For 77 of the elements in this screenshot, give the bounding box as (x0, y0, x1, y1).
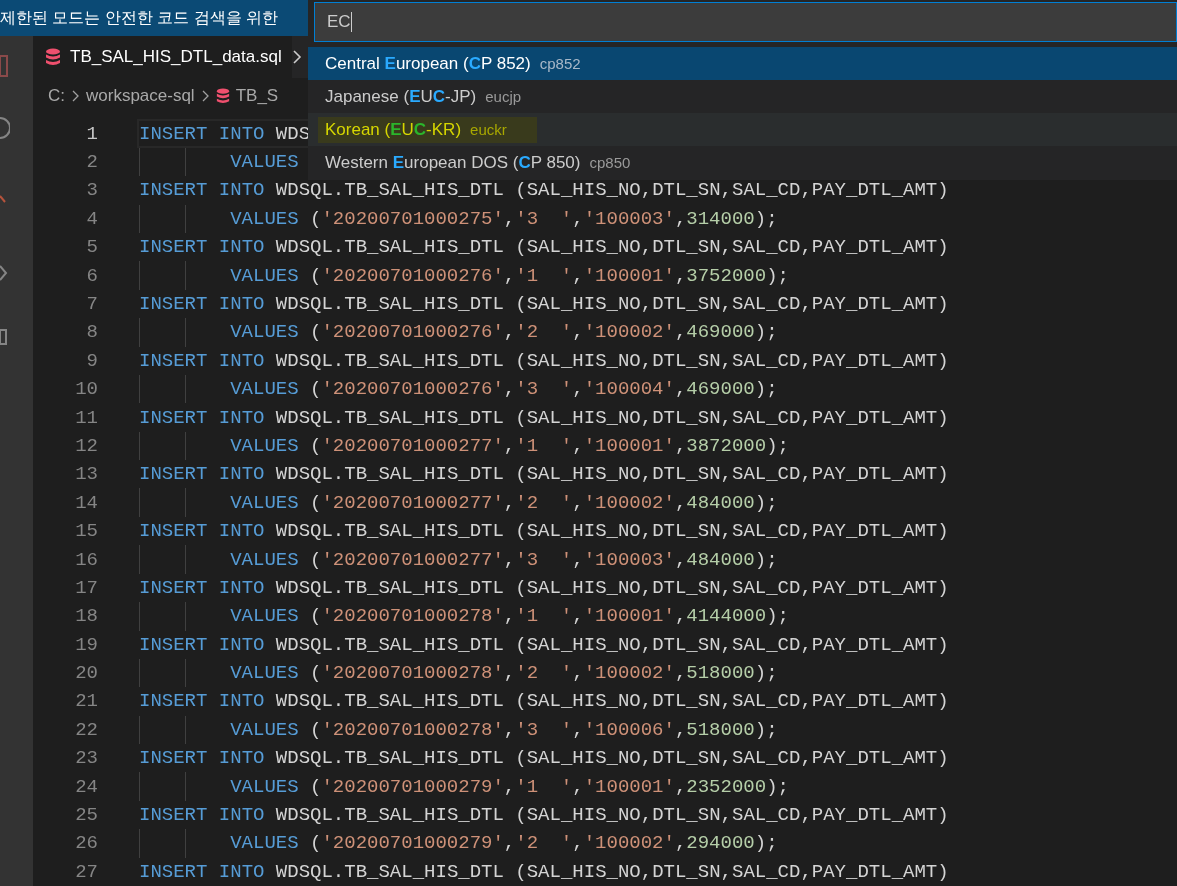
code-line: VALUES ('20200701000279','2 ','100002',294000); (230, 832, 778, 855)
code-line: INSERT INTO WDSQL.TB_SAL_HIS_DTL (SAL_HIS_NO,DTL_SN,SAL_CD,PAY_DTL_AMT) (139, 236, 949, 259)
code-line: INSERT INTO WDSQL.TB_SAL_HIS_DTL (SAL_HIS_NO,DTL_SN,SAL_CD,PAY_DTL_AMT) (139, 747, 949, 770)
code-line: VALUES ('20200701000279','1 ','100001',2352000); (230, 775, 789, 798)
code-line: INSERT INTO WDSQL.TB_SAL_HIS_DTL (SAL_HIS_NO,DTL_SN,SAL_CD,PAY_DTL_AMT) (139, 860, 949, 883)
line-number: 7 (85, 293, 98, 315)
line-number: 19 (74, 633, 98, 656)
line-number: 24 (74, 775, 98, 798)
line-number: 26 (74, 832, 98, 855)
line-number: 15 (74, 520, 98, 543)
line-number: 13 (74, 463, 98, 486)
line-number: 4 (85, 207, 98, 230)
code-line: INSERT INTO WDSQL.TB_SAL_HIS_DTL (SAL_HIS_NO,DTL_SN,SAL_CD,PAY_DTL_AMT) (139, 520, 949, 543)
chevron-icon (71, 89, 80, 104)
breadcrumb-item[interactable]: C: (48, 86, 65, 107)
database-icon (215, 88, 230, 105)
line-number: 12 (74, 434, 98, 457)
encoding-option[interactable]: Western European DOS (CP 850) cp850 (308, 146, 1177, 179)
banner-text: 제한된 모드는 안전한 코드 검색을 위한 (0, 7, 279, 28)
line-number: 2 (85, 151, 98, 174)
code-line: VALUES ('20200701000276','1 ','100001',3752000); (230, 264, 789, 287)
database-icon (45, 48, 61, 66)
encoding-option[interactable]: Japanese (EUC-JP) eucjp (308, 80, 1177, 113)
option-label: Central European (CP 852) (325, 53, 531, 74)
code-line: VALUES ('20200701000275','3 ','100003',314000); (230, 207, 778, 230)
option-label: Korean (EUC-KR) (325, 119, 462, 140)
chevron-icon[interactable] (291, 49, 302, 65)
code-line: VALUES ('20200701000277','3 ','100003',484000); (230, 548, 778, 571)
code-line: INSERT INTO WDSQL.TB_SAL_HIS_DTL (SAL_HIS_NO,DTL_SN,SAL_CD,PAY_DTL_AMT) (139, 690, 949, 713)
line-number: 25 (74, 804, 98, 826)
breadcrumb-item[interactable]: workspace-sql (86, 86, 195, 107)
code-line: VALUES ('20200701000276','3 ','100004',469000); (230, 378, 778, 401)
code-line: VALUES ('20200701000278','1 ','100001',4144000); (230, 605, 789, 628)
line-number: 8 (85, 321, 98, 344)
line-number: 18 (74, 605, 98, 628)
chevron-icon (200, 89, 210, 104)
option-description: euckr (470, 121, 507, 138)
code-line: VALUES ('20200701000278','3 ','100006',518000); (230, 718, 778, 741)
line-number: 3 (85, 179, 98, 202)
line-number: 1 (85, 122, 98, 145)
code-line: INSERT INTO WDSQL.TB_SAL_HIS_DTL (SAL_HIS_NO,DTL_SN,SAL_CD,PAY_DTL_AMT) (139, 349, 949, 372)
option-label: Japanese (EUC-JP) (325, 86, 477, 107)
line-number: 14 (74, 491, 98, 514)
option-label: Western European DOS (CP 850) (325, 152, 581, 173)
line-number: 17 (74, 576, 98, 599)
option-description: eucjp (485, 88, 522, 105)
code-line: VALUES ('20200701000278','2 ','100002',518000); (230, 662, 778, 685)
code-line: INSERT INTO WDSQL.TB_SAL_HIS_DTL (SAL_HIS_NO,DTL_SN,SAL_CD,PAY_DTL_AMT) (139, 576, 949, 599)
encoding-option[interactable]: Central European (CP 852) cp852 (308, 47, 1177, 80)
line-number: 27 (74, 860, 98, 883)
line-number: 6 (85, 264, 98, 287)
code-line: VALUES ('20200701000277','1 ','100001',3872000); (230, 434, 789, 457)
code-line: INSERT INTO WDSQL.TB_SAL_HIS_DTL (SAL_HIS_NO,DTL_SN,SAL_CD,PAY_DTL_AMT) (139, 633, 949, 656)
code-line: VALUES (230, 151, 299, 174)
line-number: 11 (74, 406, 98, 429)
editor-tab[interactable]: TB_SAL_HIS_DTL_data.sql (33, 36, 292, 78)
option-description: cp850 (589, 154, 631, 171)
code-line: INSERT INTO WDSQL.TB_SAL_HIS_DTL (SAL_HIS_NO,DTL_SN,SAL_CD,PAY_DTL_AMT) (139, 293, 949, 315)
breadcrumb-item[interactable]: TB_S (235, 86, 279, 107)
line-number: 9 (85, 349, 98, 372)
line-number: 21 (74, 690, 98, 713)
code-line: INSERT INTO WDS (139, 122, 311, 145)
code-line: VALUES ('20200701000276','2 ','100002',469000); (230, 321, 778, 344)
line-number: 10 (74, 378, 98, 401)
code-line: INSERT INTO WDSQL.TB_SAL_HIS_DTL (SAL_HIS_NO,DTL_SN,SAL_CD,PAY_DTL_AMT) (139, 463, 949, 486)
code-line: VALUES ('20200701000277','2 ','100002',484000); (230, 491, 778, 514)
line-number: 23 (74, 747, 98, 770)
code-line: INSERT INTO WDSQL.TB_SAL_HIS_DTL (SAL_HIS_NO,DTL_SN,SAL_CD,PAY_DTL_AMT) (139, 406, 949, 429)
line-number: 16 (74, 548, 98, 571)
code-line: INSERT INTO WDSQL.TB_SAL_HIS_DTL (SAL_HIS_NO,DTL_SN,SAL_CD,PAY_DTL_AMT) (139, 179, 949, 202)
line-number: 22 (74, 718, 98, 741)
line-number: 20 (74, 662, 98, 685)
input-field[interactable]: EC (314, 2, 1177, 42)
line-number: 5 (85, 236, 98, 259)
encoding-option[interactable]: Korean (EUC-KR) euckr (308, 113, 1177, 146)
code-line: INSERT INTO WDSQL.TB_SAL_HIS_DTL (SAL_HIS_NO,DTL_SN,SAL_CD,PAY_DTL_AMT) (139, 804, 949, 827)
option-description: cp852 (539, 55, 581, 72)
